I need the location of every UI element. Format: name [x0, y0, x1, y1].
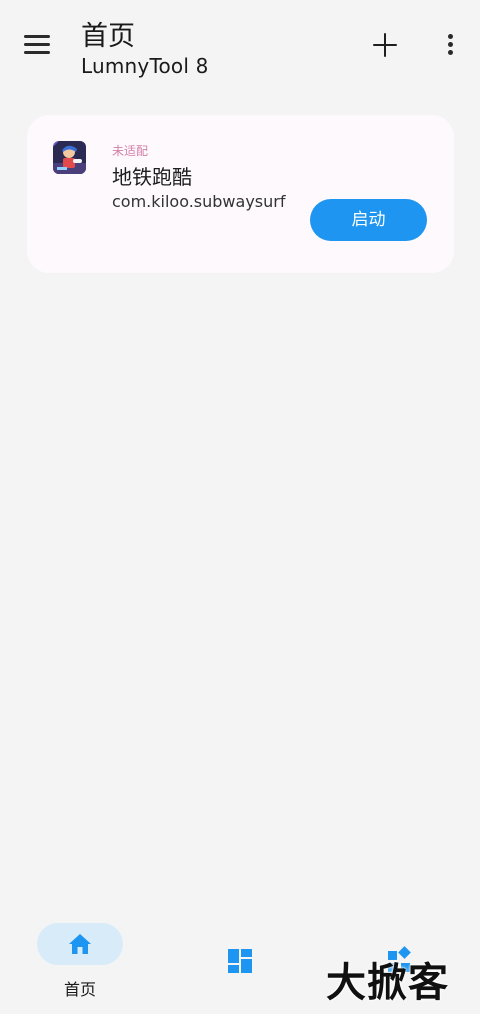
nav-item-home[interactable]: 首页 — [37, 923, 123, 1003]
top-app-bar: 首页 LumnyTool 8 — [0, 0, 480, 100]
status-badge: 未适配 — [112, 144, 149, 158]
watermark-logo: 大掀客 — [326, 960, 449, 1006]
game-app-icon — [53, 141, 86, 174]
menu-icon[interactable] — [22, 32, 52, 58]
app-name: 地铁跑酷 — [112, 165, 192, 189]
app-card: 未适配 地铁跑酷 com.kiloo.subwaysurf 启动 — [27, 115, 454, 273]
page-title: 首页 — [81, 21, 135, 52]
package-name: com.kiloo.subwaysurf — [112, 192, 286, 211]
app-screen: 首页 LumnyTool 8 未适配 地铁跑酷 com.kiloo.subway… — [0, 0, 480, 1014]
app-subtitle: LumnyTool 8 — [81, 54, 209, 78]
launch-button[interactable]: 启动 — [310, 199, 427, 241]
nav-item-label: 首页 — [63, 980, 96, 999]
dashboard-icon[interactable] — [227, 948, 253, 974]
add-icon[interactable] — [370, 30, 400, 60]
more-vert-icon[interactable] — [440, 31, 462, 59]
home-icon — [69, 934, 91, 954]
